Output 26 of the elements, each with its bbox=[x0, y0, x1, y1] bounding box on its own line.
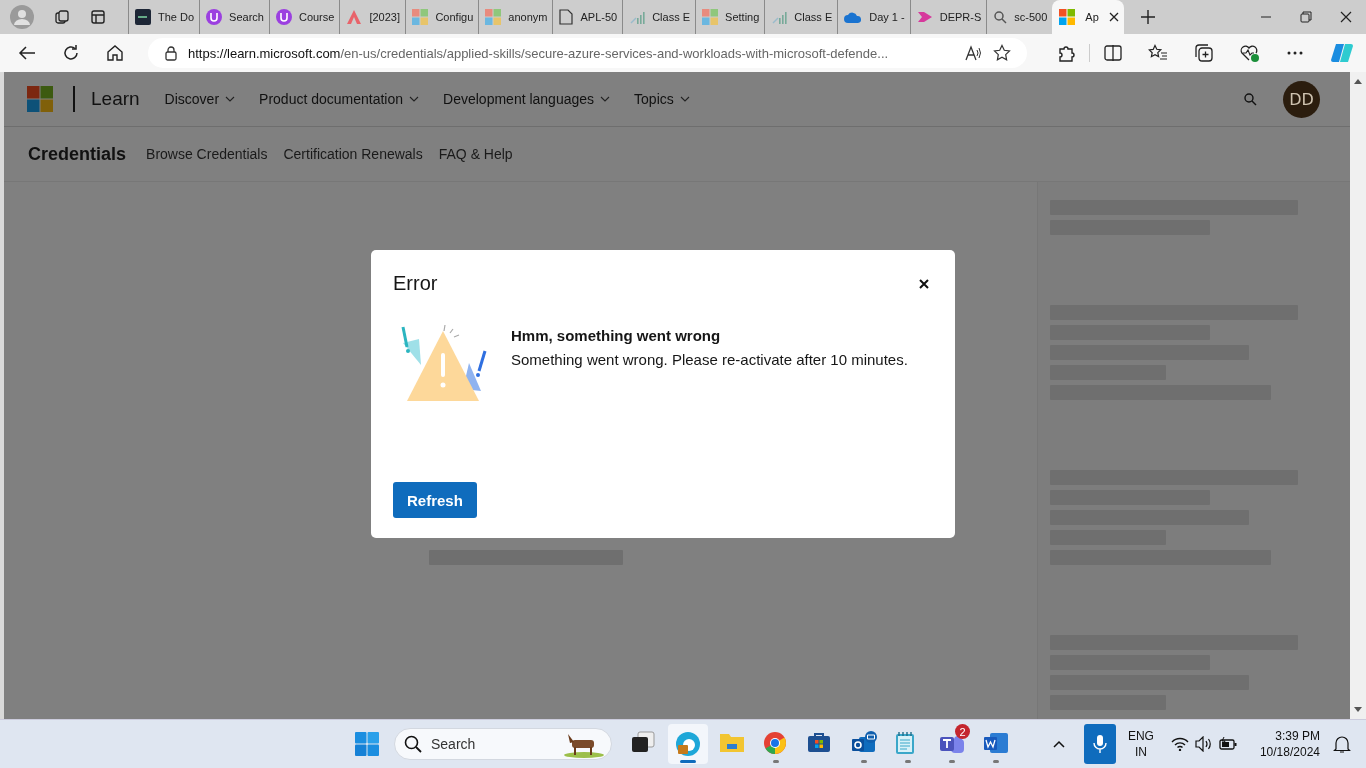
language-indicator[interactable]: ENG IN bbox=[1127, 728, 1154, 760]
error-message: Something went wrong. Please re-activate after 10 minutes. bbox=[511, 351, 908, 368]
clock[interactable]: 3:39 PM 10/18/2024 bbox=[1259, 728, 1320, 760]
language-text: IN bbox=[1134, 744, 1147, 760]
language-text: ENG bbox=[1127, 728, 1154, 744]
address-bar[interactable]: https://learn.microsoft.com/en-us/credentials/applied-skills/secure-azure-services-and-workloads-with-microsoft-defende... bbox=[148, 38, 1027, 68]
nav-menu[interactable]: Topics bbox=[631, 91, 693, 107]
search-field[interactable]: Search bbox=[394, 728, 612, 760]
nav-menu[interactable]: Development languages bbox=[440, 91, 614, 107]
section-title[interactable]: Credentials bbox=[28, 143, 127, 165]
dialog-title: Error bbox=[393, 272, 438, 295]
nav-link[interactable]: FAQ & Help bbox=[438, 146, 513, 162]
user-avatar[interactable]: DD bbox=[1283, 80, 1320, 118]
taskbar-app[interactable]: 2 bbox=[932, 724, 972, 764]
notification-badge: 2 bbox=[955, 724, 970, 739]
nav-menu[interactable]: Discover bbox=[161, 91, 239, 107]
nav-menu[interactable]: Product documentation bbox=[256, 91, 423, 107]
nav-link[interactable]: Browse Credentials bbox=[146, 146, 268, 162]
refresh-button[interactable]: Refresh bbox=[393, 482, 477, 518]
browser-tab[interactable]: Ap bbox=[1052, 0, 1124, 34]
error-heading: Hmm, something went wrong bbox=[511, 327, 722, 344]
url-text: https://learn.microsoft.com/en-us/credentials/applied-skills/secure-azure-services-and-workloads-with-microsoft-defende... bbox=[188, 45, 890, 61]
time-text: 3:39 PM bbox=[1275, 728, 1320, 744]
date-text: 10/18/2024 bbox=[1259, 744, 1320, 760]
site-title[interactable]: Learn bbox=[91, 88, 140, 110]
nav-link[interactable]: Certification Renewals bbox=[283, 146, 423, 162]
